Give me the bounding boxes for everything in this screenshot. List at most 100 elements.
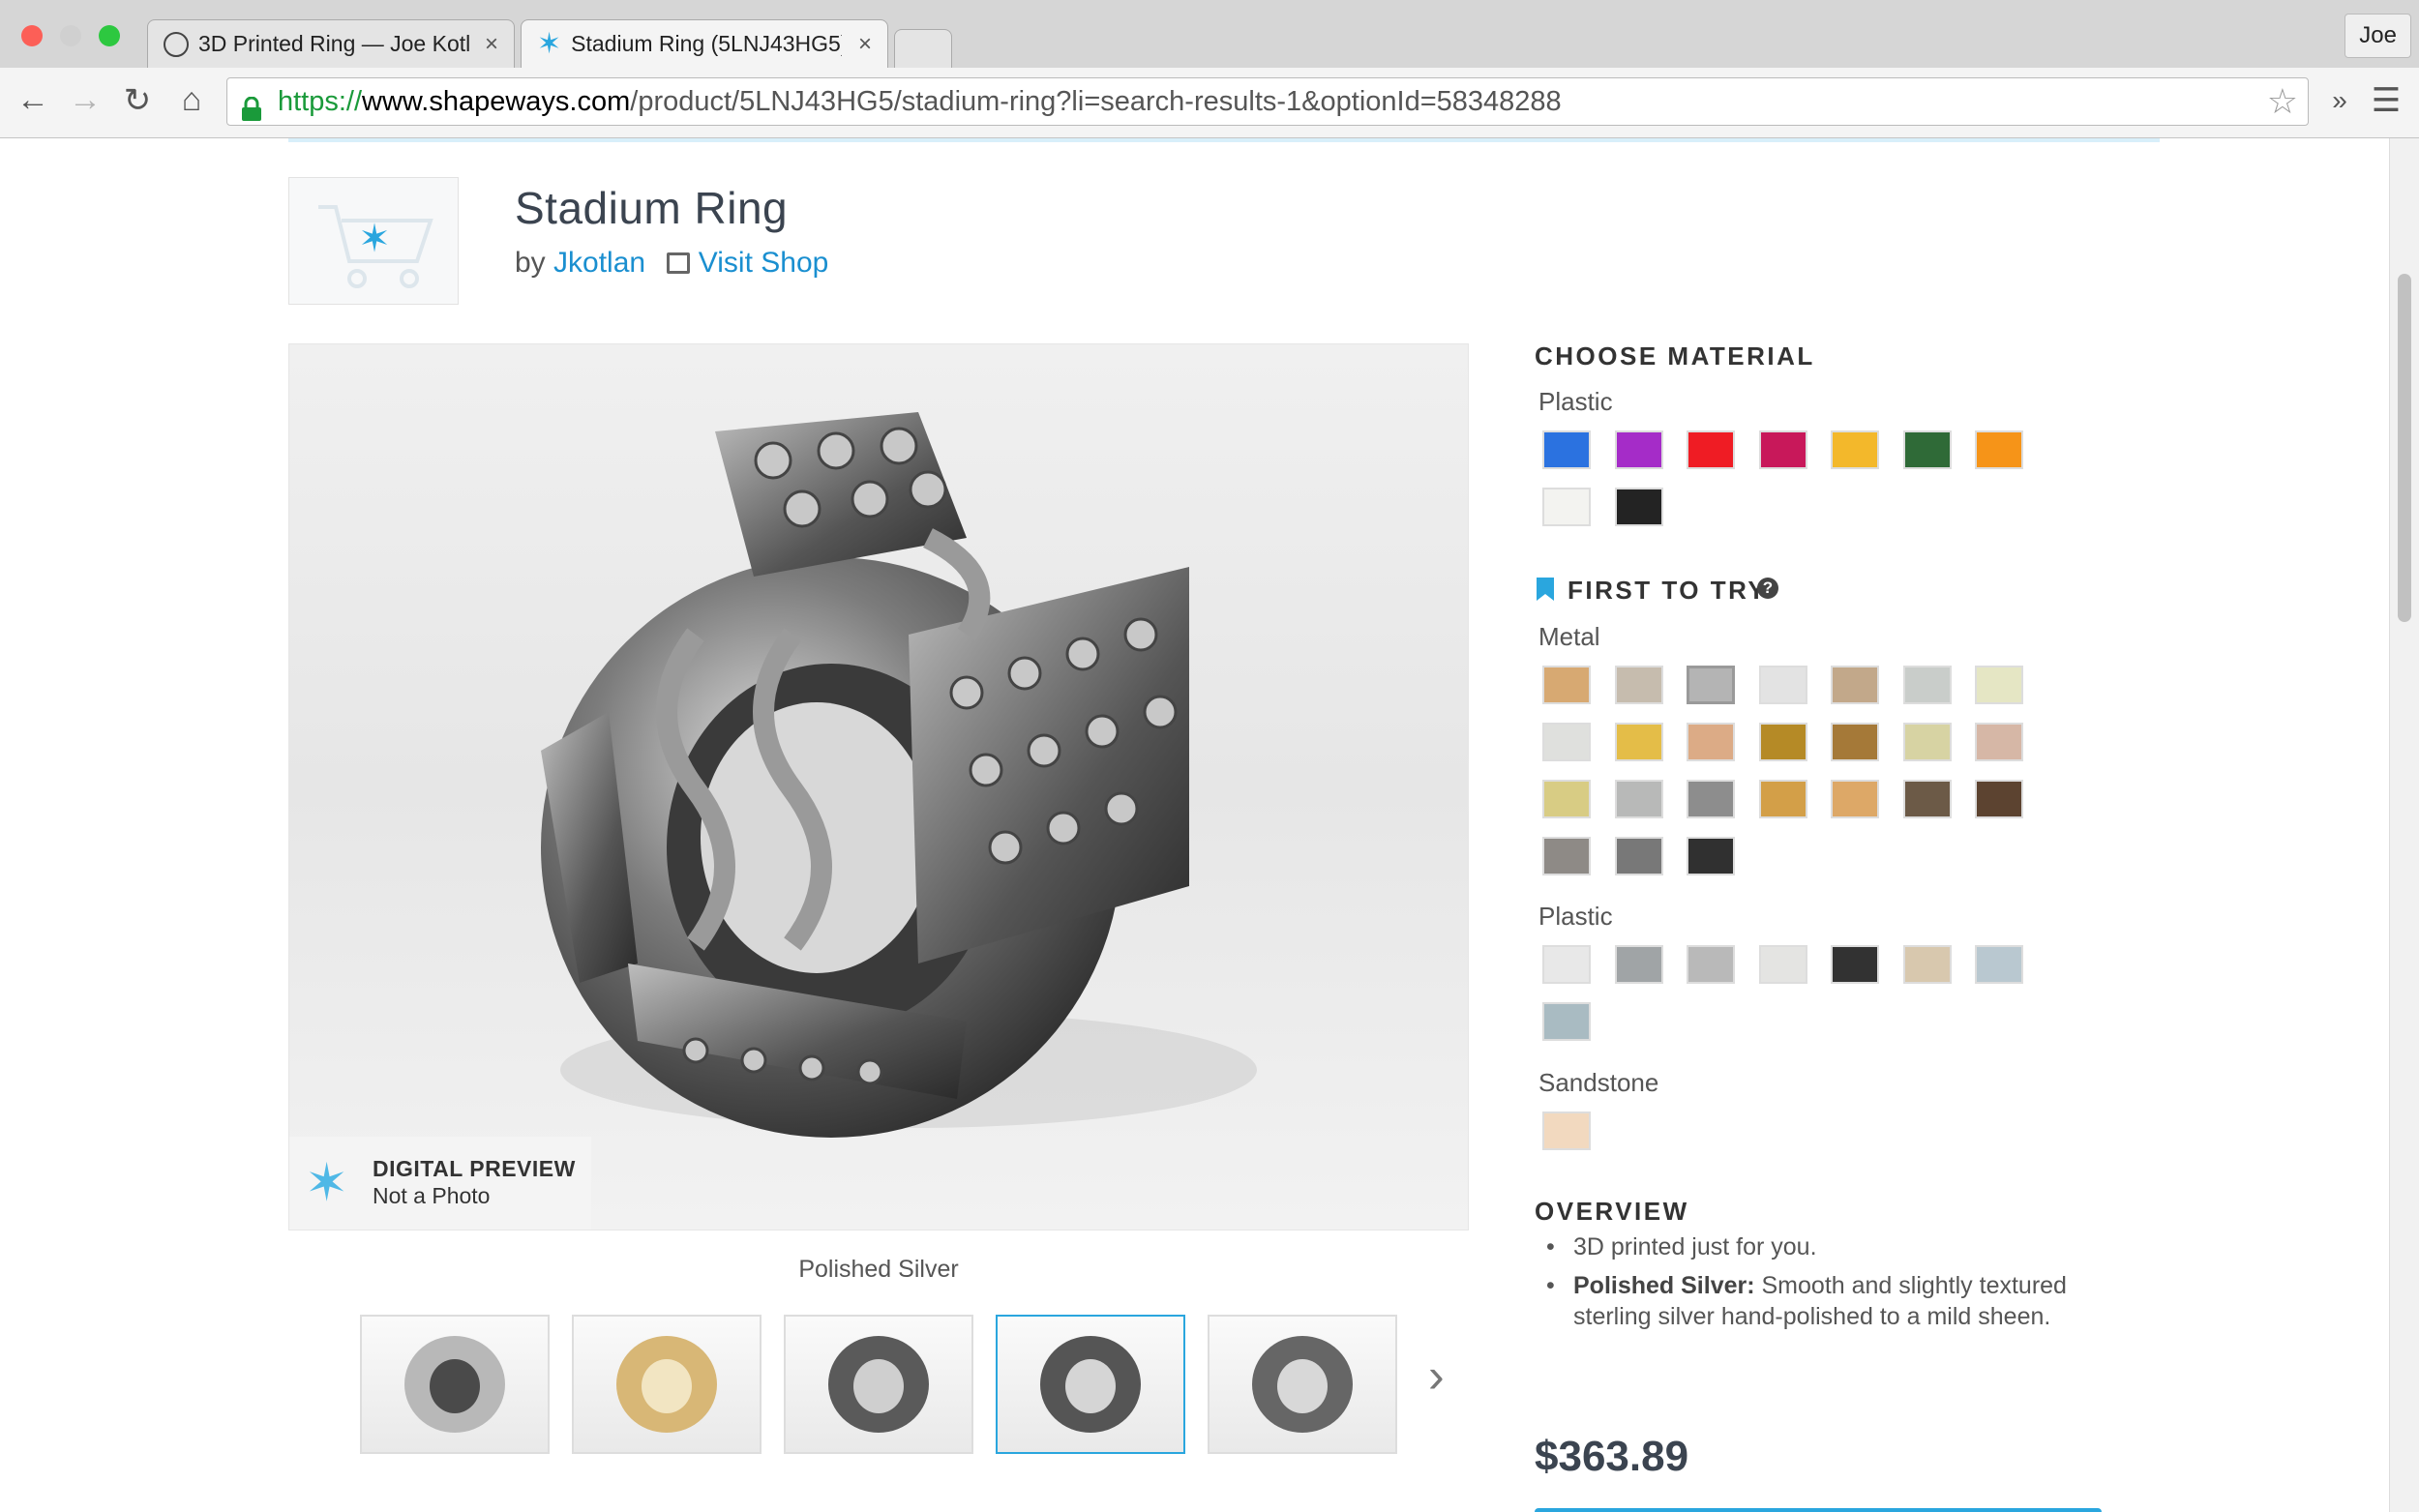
thumbnail-silver[interactable] xyxy=(360,1315,550,1454)
cart-logo-icon: ✶ xyxy=(318,205,433,288)
forward-arrow-icon[interactable]: → xyxy=(66,81,105,119)
chevron-right-icon[interactable]: › xyxy=(1428,1348,1445,1404)
material-swatch[interactable] xyxy=(1687,430,1735,469)
ring-thumbnail-image xyxy=(404,1336,505,1433)
material-swatch[interactable] xyxy=(1902,430,1952,469)
metal-label: Metal xyxy=(1538,622,1600,651)
choose-material-heading: CHOOSE MATERIAL xyxy=(1535,341,1815,371)
overview-heading: OVERVIEW xyxy=(1535,1197,1689,1226)
page-content: ✶ Stadium Ring by Jkotlan Visit Shop ✶ D… xyxy=(0,138,2390,1512)
plastic-label-2: Plastic xyxy=(1538,902,1613,931)
list-item: • Polished Silver: Smooth and slightly te… xyxy=(1546,1272,2067,1330)
material-swatch[interactable] xyxy=(1542,837,1591,875)
thumbnail-dark-2[interactable] xyxy=(1208,1315,1397,1454)
minimize-window-button[interactable] xyxy=(60,25,81,46)
product-image-viewer[interactable]: ✶ DIGITAL PREVIEW Not a Photo xyxy=(288,343,1469,1230)
reload-icon[interactable]: ↻ xyxy=(118,81,157,120)
profile-button[interactable]: Joe xyxy=(2344,14,2411,58)
material-swatch[interactable] xyxy=(1687,780,1735,818)
back-arrow-icon[interactable]: ← xyxy=(14,81,52,119)
notification-strip xyxy=(288,138,2160,142)
badge-title: DIGITAL PREVIEW xyxy=(373,1156,576,1181)
close-window-button[interactable] xyxy=(21,25,43,46)
bookmark-star-icon[interactable]: ☆ xyxy=(2267,78,2298,125)
material-swatch[interactable] xyxy=(1831,945,1879,984)
material-swatch[interactable] xyxy=(1902,780,1952,818)
close-tab-icon[interactable]: × xyxy=(485,31,498,58)
material-swatch[interactable] xyxy=(1542,1112,1591,1150)
material-swatch[interactable] xyxy=(1902,666,1952,704)
material-swatch[interactable] xyxy=(1614,723,1663,761)
material-swatch[interactable] xyxy=(1758,666,1807,704)
material-swatch[interactable] xyxy=(1687,837,1735,875)
material-swatch[interactable] xyxy=(1614,945,1663,984)
plastic-label: Plastic xyxy=(1538,387,1613,416)
url-path: /product/5LNJ43HG5/stadium-ring?li=searc… xyxy=(630,86,1562,117)
author-link[interactable]: Jkotlan xyxy=(553,247,645,279)
overview-list: • 3D printed just for you. • Polished Silv… xyxy=(1538,1231,2119,1340)
material-swatch[interactable] xyxy=(1975,430,2023,469)
material-swatch[interactable] xyxy=(1614,780,1663,818)
add-to-cart-button[interactable] xyxy=(1535,1508,2102,1512)
byline: by Jkotlan Visit Shop xyxy=(515,247,828,280)
visit-shop-link[interactable]: Visit Shop xyxy=(699,247,829,279)
material-swatch[interactable] xyxy=(1542,780,1591,818)
material-swatch[interactable] xyxy=(1542,666,1591,704)
material-swatch[interactable] xyxy=(1542,723,1591,761)
material-swatch[interactable] xyxy=(1975,945,2023,984)
tab-3d-printed-ring[interactable]: 3D Printed Ring — Joe Kotlan × xyxy=(147,19,515,68)
badge-subtitle: Not a Photo xyxy=(373,1183,491,1208)
material-swatch[interactable] xyxy=(1614,488,1663,526)
material-swatch[interactable] xyxy=(1614,430,1663,469)
ring-thumbnail-image xyxy=(616,1336,717,1433)
material-swatch[interactable] xyxy=(1902,723,1952,761)
material-swatch[interactable] xyxy=(1542,945,1591,984)
extensions-overflow-icon[interactable]: » xyxy=(2320,85,2359,116)
material-swatch[interactable] xyxy=(1687,666,1735,704)
thumbnail-polished-silver[interactable] xyxy=(996,1315,1185,1454)
tab-stadium-ring[interactable]: ✶ Stadium Ring (5LNJ43HG5) by Jkotlan × xyxy=(521,19,888,68)
new-tab-button[interactable] xyxy=(894,29,952,68)
material-swatch[interactable] xyxy=(1975,666,2023,704)
product-title: Stadium Ring xyxy=(515,183,789,233)
material-swatch[interactable] xyxy=(1758,945,1807,984)
material-swatch[interactable] xyxy=(1542,488,1591,526)
close-tab-icon[interactable]: × xyxy=(858,31,872,58)
material-swatch[interactable] xyxy=(1687,945,1735,984)
address-bar[interactable]: https://www.shapeways.com/product/5LNJ43… xyxy=(226,77,2309,126)
first-to-try-heading: FIRST TO TRY xyxy=(1568,576,1768,605)
ring-thumbnail-image xyxy=(1252,1336,1353,1433)
material-swatch[interactable] xyxy=(1831,666,1879,704)
material-swatch[interactable] xyxy=(1542,1002,1591,1041)
material-swatch[interactable] xyxy=(1614,837,1663,875)
material-swatch[interactable] xyxy=(1975,723,2023,761)
material-swatch[interactable] xyxy=(1542,430,1591,469)
scrollbar-thumb[interactable] xyxy=(2398,274,2411,622)
material-swatch[interactable] xyxy=(1758,723,1807,761)
material-swatch[interactable] xyxy=(1758,780,1807,818)
browser-toolbar: ← → ↻ ⌂ https://www.shapeways.com/produc… xyxy=(0,68,2419,138)
material-swatch[interactable] xyxy=(1902,945,1952,984)
bookmark-icon xyxy=(1537,578,1554,601)
shapeways-favicon-icon: ✶ xyxy=(537,28,562,60)
material-swatch[interactable] xyxy=(1831,723,1879,761)
maximize-window-button[interactable] xyxy=(99,25,120,46)
url-host: www.shapeways.com xyxy=(362,86,631,117)
material-swatch[interactable] xyxy=(1831,430,1879,469)
ring-thumbnail-image xyxy=(828,1336,929,1433)
thumbnail-dark-1[interactable] xyxy=(784,1315,973,1454)
overview-item-1: 3D printed just for you. xyxy=(1573,1233,1817,1260)
help-icon[interactable]: ? xyxy=(1757,578,1778,599)
shop-logo[interactable]: ✶ xyxy=(288,177,459,305)
thumbnail-gold[interactable] xyxy=(572,1315,762,1454)
material-swatch[interactable] xyxy=(1614,666,1663,704)
material-swatch[interactable] xyxy=(1975,780,2023,818)
material-swatch[interactable] xyxy=(1687,723,1735,761)
menu-icon[interactable]: ☰ xyxy=(2367,81,2405,120)
material-swatch[interactable] xyxy=(1758,430,1807,469)
sandstone-label: Sandstone xyxy=(1538,1068,1659,1097)
material-swatch[interactable] xyxy=(1831,780,1879,818)
home-icon[interactable]: ⌂ xyxy=(172,81,211,119)
by-prefix: by xyxy=(515,247,546,279)
page-scrollbar[interactable] xyxy=(2389,138,2419,1512)
